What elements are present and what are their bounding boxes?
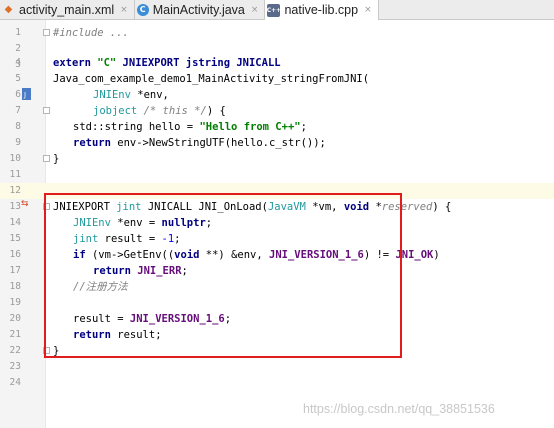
line-number: 12 <box>9 185 21 196</box>
jni-link-icon[interactable]: ⇆ <box>21 199 29 209</box>
code-line: 4 extern "C" JNIEXPORT jstring JNICALL <box>0 55 554 71</box>
line-number: 20 <box>9 313 21 324</box>
line-number: 16 <box>9 249 21 260</box>
line-number: 5 <box>15 73 21 84</box>
line-number: 21 <box>9 329 21 340</box>
highlight-annotation-box <box>44 193 402 358</box>
tab-label: activity_main.xml <box>19 2 115 17</box>
code-line: 6 J JNIEnv *env, <box>0 87 554 103</box>
line-number: 4 <box>15 57 21 68</box>
keyword: return <box>73 137 111 149</box>
close-icon[interactable]: × <box>251 5 259 15</box>
line-number: 6 <box>15 89 21 100</box>
line-number: 19 <box>9 297 21 308</box>
fold-icon[interactable] <box>43 29 50 36</box>
line-number: 18 <box>9 281 21 292</box>
code: ; <box>300 121 307 133</box>
include-directive[interactable]: #include ... <box>53 27 129 39</box>
fold-icon[interactable] <box>43 107 50 114</box>
cpp-file-icon: C++ <box>267 3 281 17</box>
code-line: 8 std::string hello = "Hello from C++"; <box>0 119 554 135</box>
code-line: 23 <box>0 359 554 375</box>
tab-native-lib-cpp[interactable]: C++ native-lib.cpp × <box>265 0 379 20</box>
tab-main-activity-java[interactable]: C MainActivity.java × <box>135 0 266 19</box>
tab-label: MainActivity.java <box>152 2 245 17</box>
line-number: 15 <box>9 233 21 244</box>
code-line: 10 } <box>0 151 554 167</box>
line-number: 1 <box>15 27 21 38</box>
line-number: 8 <box>15 121 21 132</box>
java-class-icon: C <box>136 3 149 16</box>
editor-tab-bar: ◆ activity_main.xml × C MainActivity.jav… <box>0 0 554 20</box>
tab-label: native-lib.cpp <box>284 3 359 17</box>
line-number: 11 <box>9 169 21 180</box>
string-literal: "Hello from C++" <box>199 121 301 133</box>
string-literal: "C" <box>97 57 117 69</box>
type: jobject <box>93 105 138 117</box>
line-number: 23 <box>9 361 21 372</box>
fold-icon[interactable] <box>43 155 50 162</box>
function-name: Java_com_example_demo1_MainActivity_stri… <box>53 73 370 85</box>
code-line: 1 #include ... <box>0 25 554 41</box>
line-number: 24 <box>9 377 21 388</box>
watermark: https://blog.csdn.net/qq_38851536 <box>303 402 495 416</box>
line-number: 13 <box>9 201 21 212</box>
closing-brace: } <box>53 153 60 165</box>
code-line: 9 return env->NewStringUTF(hello.c_str()… <box>0 135 554 151</box>
code-line: 5 Java_com_example_demo1_MainActivity_st… <box>0 71 554 87</box>
code: std::string hello = <box>73 121 200 133</box>
line-number: 9 <box>15 137 21 148</box>
code-line: 7 jobject /* this */) { <box>0 103 554 119</box>
close-icon[interactable]: × <box>364 5 372 15</box>
tab-activity-main-xml[interactable]: ◆ activity_main.xml × <box>0 0 135 19</box>
keyword: extern <box>53 57 91 69</box>
param: *env, <box>130 89 169 101</box>
close-icon[interactable]: × <box>120 5 128 15</box>
code-line: 11 <box>0 167 554 183</box>
param: ) { <box>206 105 226 117</box>
code-line: 24 <box>0 375 554 391</box>
line-number: 7 <box>15 105 21 116</box>
line-number: 14 <box>9 217 21 228</box>
code: ) { <box>432 201 452 213</box>
xml-file-icon: ◆ <box>4 4 13 15</box>
svg-text:J: J <box>23 91 26 99</box>
code: env->NewStringUTF(hello.c_str()); <box>110 137 326 149</box>
type: JNIEnv <box>93 89 131 101</box>
line-number: 22 <box>9 345 21 356</box>
macro: JNIEXPORT jstring JNICALL <box>116 57 281 69</box>
jni-navigation-icon[interactable]: J <box>21 87 33 104</box>
code: ) <box>433 249 440 261</box>
comment: /* this */ <box>137 105 207 117</box>
line-number: 10 <box>9 153 21 164</box>
line-number: 17 <box>9 265 21 276</box>
